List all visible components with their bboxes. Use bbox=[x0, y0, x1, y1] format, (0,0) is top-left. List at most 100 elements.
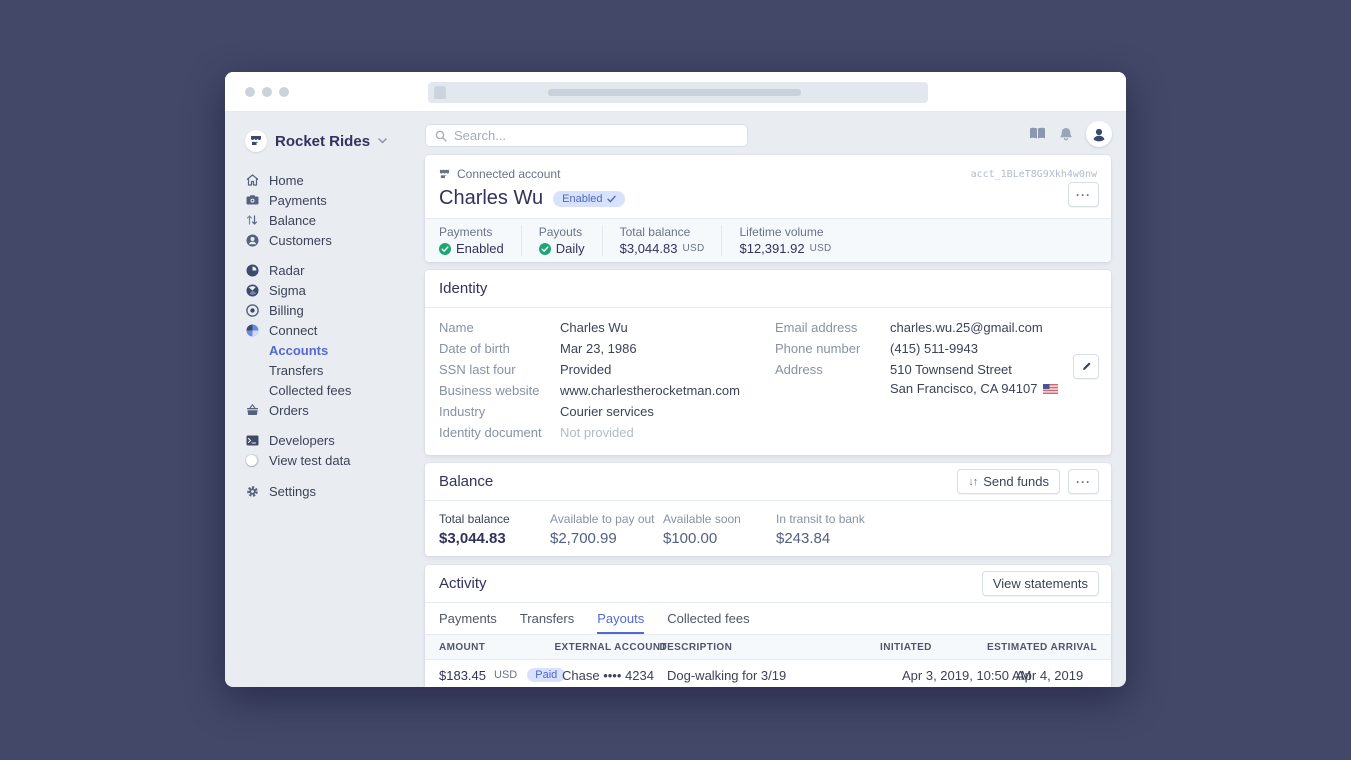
search-icon bbox=[435, 130, 447, 142]
sidebar-item-orders[interactable]: Orders bbox=[245, 400, 425, 420]
person-icon bbox=[1091, 126, 1107, 142]
topbar-icons bbox=[1029, 121, 1112, 147]
object-kind-label: Connected account bbox=[457, 167, 560, 181]
browser-titlebar bbox=[225, 72, 1126, 112]
tab-payouts[interactable]: Payouts bbox=[597, 603, 644, 634]
sidebar-item-customers[interactable]: Customers bbox=[245, 230, 425, 250]
sidebar-item-settings[interactable]: Settings bbox=[245, 481, 425, 501]
sidebar-item-sigma[interactable]: Sigma bbox=[245, 280, 425, 300]
col-header-estimated-arrival: ESTIMATED ARRIVAL bbox=[987, 642, 1097, 653]
balance-stat-available-payout: Available to pay out $2,700.99 bbox=[550, 511, 655, 547]
notifications-bell-icon[interactable] bbox=[1059, 127, 1073, 142]
sidebar-nav: Home Payments Balance Customers Radar bbox=[245, 170, 425, 501]
user-avatar[interactable] bbox=[1086, 121, 1112, 147]
account-name: Charles Wu bbox=[439, 187, 543, 210]
stat-lifetime-volume: Lifetime volume $12,391.92 USD bbox=[721, 225, 848, 256]
sidebar-item-collected-fees[interactable]: Collected fees bbox=[245, 380, 425, 400]
search-input[interactable]: Search... bbox=[425, 124, 748, 147]
window-close-button[interactable] bbox=[245, 87, 255, 97]
table-header-row: AMOUNT EXTERNAL ACCOUNT DESCRIPTION INIT… bbox=[425, 635, 1111, 660]
account-more-button[interactable]: ··· bbox=[1068, 182, 1099, 207]
connected-account-card: Connected account acct_1BLeT8G9Xkh4w0nw … bbox=[425, 155, 1111, 262]
identity-row-dob: Date of birthMar 23, 1986 bbox=[439, 342, 740, 356]
sigma-icon bbox=[245, 284, 259, 297]
tab-collected-fees[interactable]: Collected fees bbox=[667, 603, 749, 634]
sidebar-item-label: Sigma bbox=[269, 283, 306, 298]
sidebar-item-label: Radar bbox=[269, 263, 304, 278]
payout-currency: USD bbox=[494, 669, 517, 681]
col-header-amount: AMOUNT bbox=[439, 642, 554, 653]
sidebar-item-label: View test data bbox=[269, 453, 350, 468]
payout-initiated: Apr 3, 2019, 10:50 AM bbox=[902, 668, 1016, 683]
send-funds-arrows-icon: ↓↑ bbox=[968, 476, 977, 488]
identity-row-address: Address 510 Townsend Street San Francisc… bbox=[775, 363, 1058, 396]
connect-icon bbox=[245, 324, 259, 337]
docs-book-icon[interactable] bbox=[1029, 127, 1046, 141]
sidebar-item-billing[interactable]: Billing bbox=[245, 300, 425, 320]
sidebar-item-label: Collected fees bbox=[269, 383, 351, 398]
radar-icon bbox=[245, 264, 259, 277]
sidebar-item-balance[interactable]: Balance bbox=[245, 210, 425, 230]
address-bar[interactable] bbox=[428, 82, 928, 103]
sidebar-item-transfers[interactable]: Transfers bbox=[245, 360, 425, 380]
col-header-description: DESCRIPTION bbox=[659, 642, 880, 653]
payout-estimated-arrival: Apr 4, 2019 bbox=[1016, 668, 1097, 683]
balance-more-button[interactable]: ··· bbox=[1068, 469, 1099, 494]
account-switcher[interactable]: Rocket Rides bbox=[245, 128, 425, 154]
view-statements-button[interactable]: View statements bbox=[982, 571, 1099, 596]
edit-identity-button[interactable] bbox=[1073, 354, 1099, 379]
pencil-icon bbox=[1081, 361, 1092, 372]
sidebar-item-label: Connect bbox=[269, 323, 317, 338]
col-header-initiated: INITIATED bbox=[880, 642, 987, 653]
activity-card: Activity View statements Payments Transf… bbox=[425, 565, 1111, 687]
sidebar-item-label: Balance bbox=[269, 213, 316, 228]
customers-icon bbox=[245, 234, 259, 247]
sidebar-item-accounts[interactable]: Accounts bbox=[245, 340, 425, 360]
desktop-background: { "colors": { "accent": "#5469d4", "gree… bbox=[0, 0, 1351, 760]
account-id: acct_1BLeT8G9Xkh4w0nw bbox=[971, 169, 1097, 180]
sidebar-item-label: Developers bbox=[269, 433, 335, 448]
sidebar-item-label: Accounts bbox=[269, 343, 328, 358]
identity-row-email: Email addresscharles.wu.25@gmail.com bbox=[775, 321, 1058, 335]
sidebar-item-view-test-data[interactable]: View test data bbox=[245, 450, 425, 470]
identity-left-column: NameCharles Wu Date of birthMar 23, 1986… bbox=[439, 321, 740, 447]
tab-transfers[interactable]: Transfers bbox=[520, 603, 574, 634]
sidebar-item-connect[interactable]: Connect bbox=[245, 320, 425, 340]
balance-stats: Total balance $3,044.83 Available to pay… bbox=[425, 501, 1111, 556]
activity-tabs: Payments Transfers Payouts Collected fee… bbox=[425, 603, 1111, 635]
sidebar-item-label: Payments bbox=[269, 193, 327, 208]
sidebar-item-label: Orders bbox=[269, 403, 309, 418]
sidebar-item-home[interactable]: Home bbox=[245, 170, 425, 190]
window-minimize-button[interactable] bbox=[262, 87, 272, 97]
sidebar-item-developers[interactable]: Developers bbox=[245, 430, 425, 450]
send-funds-button[interactable]: ↓↑ Send funds bbox=[957, 469, 1060, 494]
check-circle-icon bbox=[439, 243, 451, 255]
identity-card: Identity NameCharles Wu Date of birthMar… bbox=[425, 270, 1111, 455]
storefront-icon bbox=[245, 130, 267, 152]
sidebar-item-label: Customers bbox=[269, 233, 332, 248]
payout-status-badge: Paid bbox=[527, 668, 565, 682]
orders-icon bbox=[245, 404, 259, 416]
table-row[interactable]: $183.45 USD Paid Chase •••• 4234 Dog-wal… bbox=[425, 660, 1111, 687]
sidebar: Rocket Rides Home Payments Balance bbox=[225, 112, 425, 687]
col-header-external-account: EXTERNAL ACCOUNT bbox=[554, 642, 659, 653]
payout-amount: $183.45 bbox=[439, 668, 486, 683]
stat-total-balance: Total balance $3,044.83 USD bbox=[602, 225, 722, 256]
tab-payments[interactable]: Payments bbox=[439, 603, 497, 634]
sidebar-item-payments[interactable]: Payments bbox=[245, 190, 425, 210]
balance-stat-in-transit: In transit to bank $243.84 bbox=[776, 511, 865, 547]
section-title: Activity bbox=[439, 575, 487, 592]
status-badge: Enabled bbox=[553, 191, 624, 207]
check-circle-icon bbox=[539, 243, 551, 255]
storefront-icon bbox=[439, 169, 450, 180]
search-placeholder: Search... bbox=[454, 128, 506, 143]
test-data-toggle[interactable] bbox=[245, 454, 259, 467]
us-flag-icon bbox=[1043, 384, 1058, 394]
gear-icon bbox=[245, 485, 259, 498]
developers-icon bbox=[245, 435, 259, 446]
sidebar-item-label: Transfers bbox=[269, 363, 323, 378]
window-zoom-button[interactable] bbox=[279, 87, 289, 97]
stat-payments: Payments Enabled bbox=[439, 225, 521, 256]
home-icon bbox=[245, 174, 259, 186]
sidebar-item-radar[interactable]: Radar bbox=[245, 260, 425, 280]
